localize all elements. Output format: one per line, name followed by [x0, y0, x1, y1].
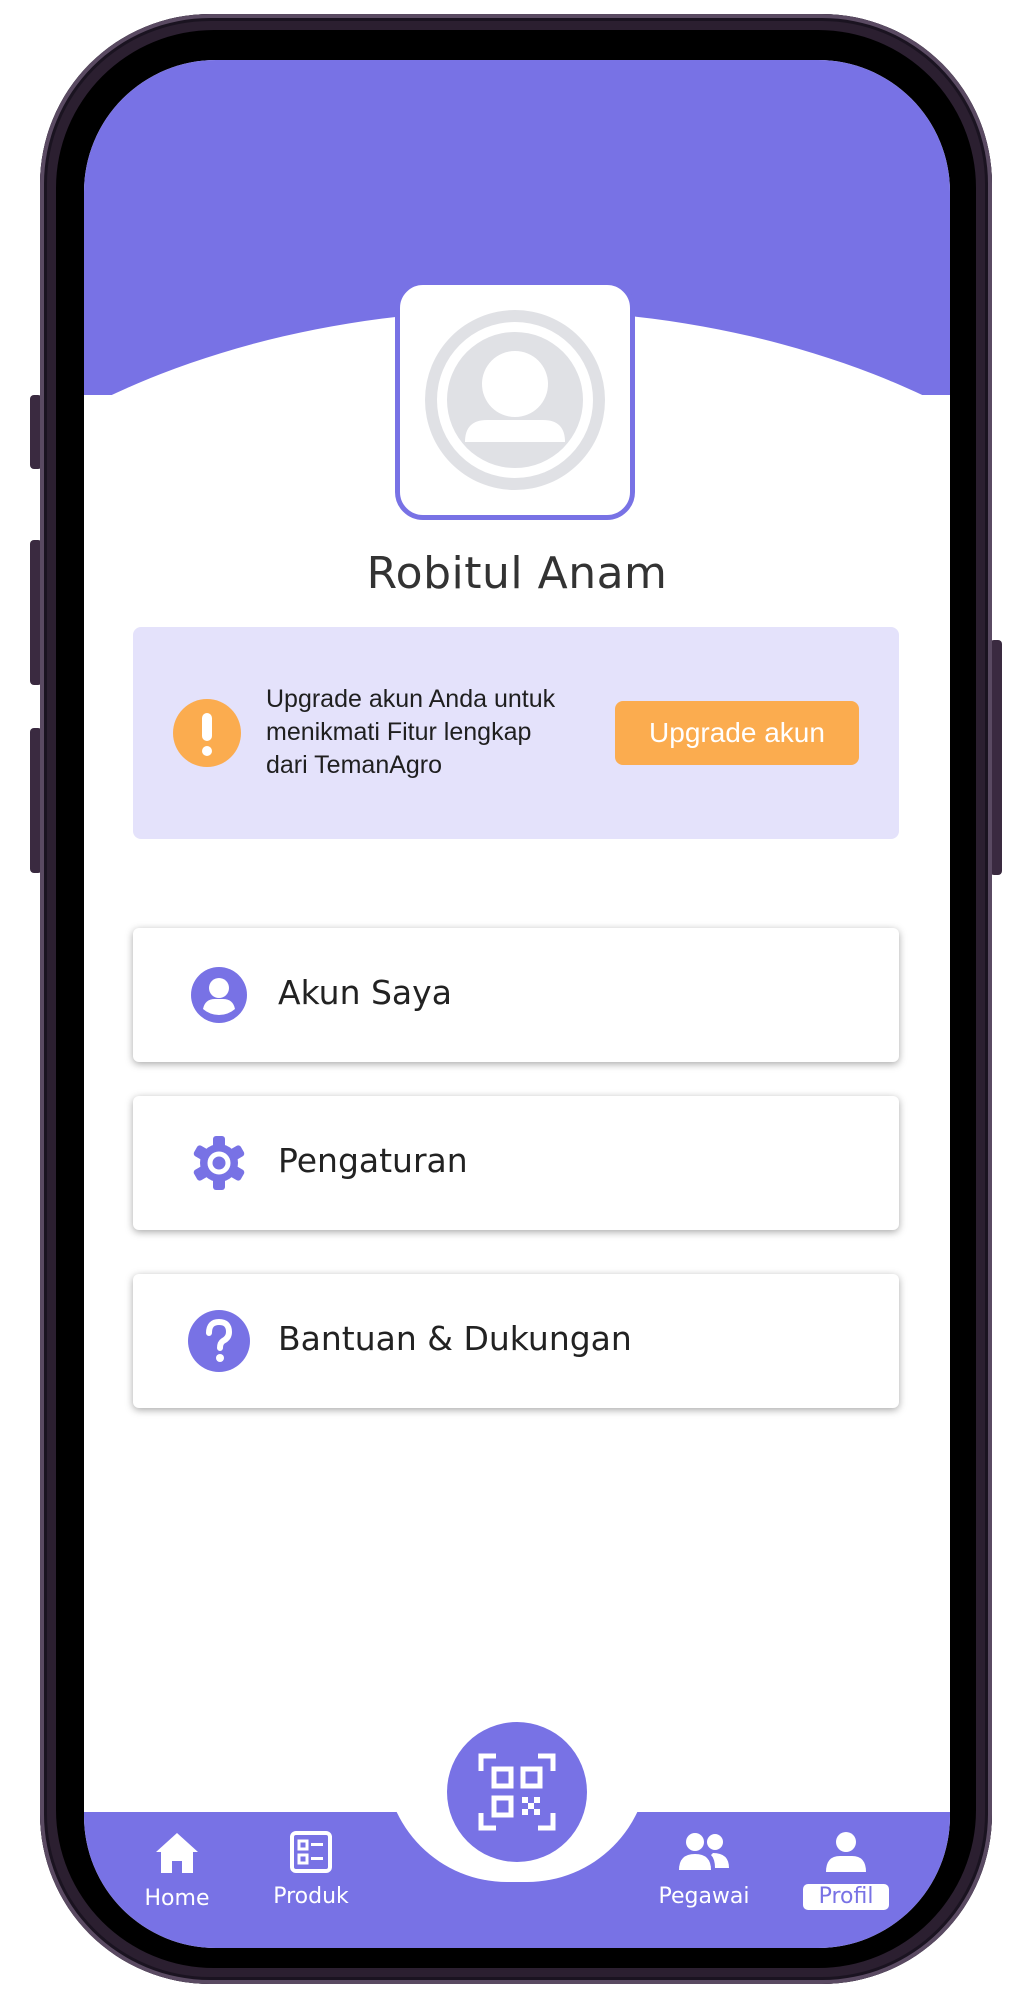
qr-scan-button[interactable]	[447, 1722, 587, 1862]
nav-label-active: Profil	[802, 1884, 890, 1910]
qr-code-icon	[478, 1753, 556, 1831]
product-list-icon	[290, 1831, 332, 1873]
menu-item-akun-saya[interactable]: Akun Saya	[133, 928, 899, 1062]
upgrade-banner: Upgrade akun Anda untuk menikmati Fitur …	[133, 627, 899, 839]
nav-item-profil[interactable]: Profil	[776, 1830, 916, 1910]
nav-item-produk[interactable]: Produk	[241, 1830, 381, 1909]
avatar[interactable]	[395, 280, 635, 520]
menu-item-label: Akun Saya	[278, 973, 452, 1012]
nav-item-home[interactable]: Home	[107, 1830, 247, 1911]
nav-label: Home	[144, 1886, 210, 1911]
users-icon	[679, 1833, 729, 1870]
upgrade-account-button[interactable]: Upgrade akun	[615, 701, 859, 765]
user-name: Robitul Anam	[366, 548, 668, 599]
gear-icon	[193, 1136, 245, 1190]
nav-item-pegawai[interactable]: Pegawai	[634, 1830, 774, 1909]
upgrade-message: Upgrade akun Anda untuk menikmati Fitur …	[266, 683, 606, 782]
home-icon	[156, 1833, 198, 1873]
profile-icon	[826, 1832, 866, 1872]
upgrade-message-line: menikmati Fitur lengkap	[266, 718, 532, 746]
nav-label: Produk	[273, 1884, 349, 1909]
menu-item-pengaturan[interactable]: Pengaturan	[133, 1096, 899, 1230]
menu-item-bantuan[interactable]: Bantuan & Dukungan	[133, 1274, 899, 1408]
question-circle-icon	[188, 1310, 250, 1372]
app-screen: Robitul Anam Upgrade akun Anda untuk men…	[84, 60, 950, 1948]
user-circle-icon	[191, 967, 247, 1023]
avatar-placeholder-icon	[425, 310, 605, 490]
warning-icon	[173, 699, 241, 767]
nav-label: Pegawai	[658, 1884, 750, 1909]
menu-item-label: Bantuan & Dukungan	[278, 1319, 632, 1358]
upgrade-message-line: Upgrade akun Anda untuk	[266, 685, 556, 713]
upgrade-message-line: dari TemanAgro	[266, 751, 443, 779]
menu-item-label: Pengaturan	[278, 1141, 468, 1180]
